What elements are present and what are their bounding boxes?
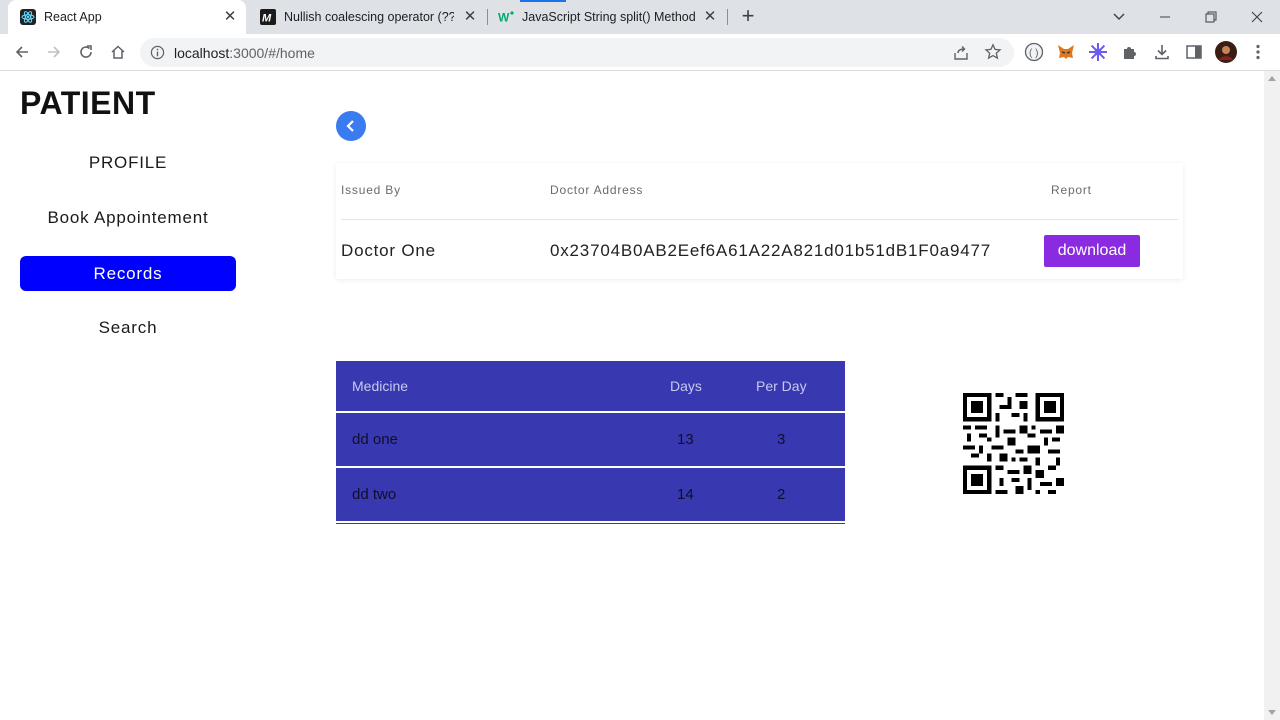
restore-button[interactable] <box>1188 0 1234 34</box>
browser-menu-icon[interactable] <box>1246 40 1270 64</box>
tab-divider <box>727 9 728 25</box>
tab-title: JavaScript String split() Method <box>522 10 696 24</box>
record-card: Issued By Doctor Address Report Doctor O… <box>336 163 1183 279</box>
medicine-days: 14 <box>677 486 694 503</box>
tab-split[interactable]: W JavaScript String split() Method ✕ <box>488 0 726 34</box>
scroll-down-arrow-icon[interactable] <box>1268 710 1276 715</box>
sidebar-item-profile[interactable]: PROFILE <box>20 145 236 180</box>
bookmark-star-icon[interactable] <box>984 43 1002 66</box>
download-button[interactable]: download <box>1044 235 1140 267</box>
svg-text:M: M <box>262 13 272 25</box>
brand-title: PATIENT <box>20 85 156 121</box>
tab-nullish[interactable]: M Nullish coalescing operator (??) - ✕ <box>250 0 486 34</box>
browser-tab-bar: React App ✕ M Nullish coalescing operato… <box>0 0 1280 34</box>
back-button[interactable] <box>336 111 366 141</box>
qr-code-icon <box>963 393 1064 494</box>
metamask-fox-icon[interactable] <box>1054 40 1078 64</box>
medicine-name: dd one <box>352 431 398 448</box>
tab-loading-indicator <box>520 0 566 2</box>
issued-by-value: Doctor One <box>341 241 436 260</box>
scroll-up-arrow-icon[interactable] <box>1268 76 1276 81</box>
sidebar-item-records[interactable]: Records <box>20 256 236 291</box>
url-text: localhost:3000/#/home <box>174 45 315 61</box>
tab-title: Nullish coalescing operator (??) - <box>284 10 454 24</box>
tab-title: React App <box>44 10 102 24</box>
w3schools-icon: W <box>498 9 514 25</box>
page-content: PATIENT PROFILE Book Appointement Record… <box>0 71 1264 720</box>
tab-search-icon[interactable] <box>1096 0 1142 34</box>
new-tab-button[interactable]: + <box>736 5 760 29</box>
download-icon[interactable] <box>1150 40 1174 64</box>
chevron-left-icon <box>346 120 354 132</box>
tab-react-app[interactable]: React App ✕ <box>8 0 246 34</box>
minimize-button[interactable] <box>1142 0 1188 34</box>
url-path: :3000/#/home <box>229 45 315 61</box>
medicine-per-day: 3 <box>777 431 786 448</box>
sparkle-extension-icon[interactable] <box>1086 40 1110 64</box>
puzzle-extensions-icon[interactable] <box>1118 40 1142 64</box>
forward-arrow-icon[interactable] <box>40 38 68 66</box>
doctor-address-value: 0x23704B0AB2Eef6A61A22A821d01b51dB1F0a94… <box>550 241 992 260</box>
header-days: Days <box>670 378 702 394</box>
svg-text:( ): ( ) <box>1029 48 1038 59</box>
medicine-table: Medicine Days Per Day dd one 13 3 dd two… <box>336 361 845 524</box>
table-row: dd one 13 3 <box>336 413 845 468</box>
header-medicine: Medicine <box>352 378 409 394</box>
mdn-icon: M <box>260 9 276 25</box>
header-per-day: Per Day <box>756 378 807 394</box>
medicine-name: dd two <box>352 486 397 503</box>
medicine-days: 13 <box>677 431 694 448</box>
medicine-per-day: 2 <box>777 486 786 503</box>
header-doctor-address: Doctor Address <box>550 183 644 197</box>
url-host: localhost <box>174 45 230 61</box>
vertical-scrollbar[interactable] <box>1264 71 1280 720</box>
close-window-button[interactable] <box>1234 0 1280 34</box>
browser-toolbar: localhost:3000/#/home ( ) <box>0 34 1280 71</box>
info-icon[interactable] <box>150 45 165 65</box>
home-icon[interactable] <box>104 38 132 66</box>
close-tab-icon[interactable]: ✕ <box>222 9 238 25</box>
header-report: Report <box>1051 183 1092 197</box>
table-row: dd two 14 2 <box>336 468 845 523</box>
sidebar-item-search[interactable]: Search <box>20 310 236 345</box>
address-bar[interactable]: localhost:3000/#/home <box>140 38 1014 67</box>
side-panel-icon[interactable] <box>1182 40 1206 64</box>
extension-circle-icon[interactable]: ( ) <box>1022 40 1046 64</box>
sidebar-item-book-appointment[interactable]: Book Appointement <box>20 200 236 235</box>
profile-avatar[interactable] <box>1214 40 1238 64</box>
share-icon[interactable] <box>952 44 970 67</box>
react-icon <box>20 9 36 25</box>
medicine-table-header: Medicine Days Per Day <box>336 361 845 413</box>
reload-icon[interactable] <box>72 38 100 66</box>
header-issued-by: Issued By <box>341 183 401 197</box>
back-arrow-icon[interactable] <box>8 38 36 66</box>
svg-text:W: W <box>498 11 510 25</box>
close-tab-icon[interactable]: ✕ <box>702 9 718 25</box>
header-divider <box>341 219 1178 220</box>
close-tab-icon[interactable]: ✕ <box>462 9 478 25</box>
